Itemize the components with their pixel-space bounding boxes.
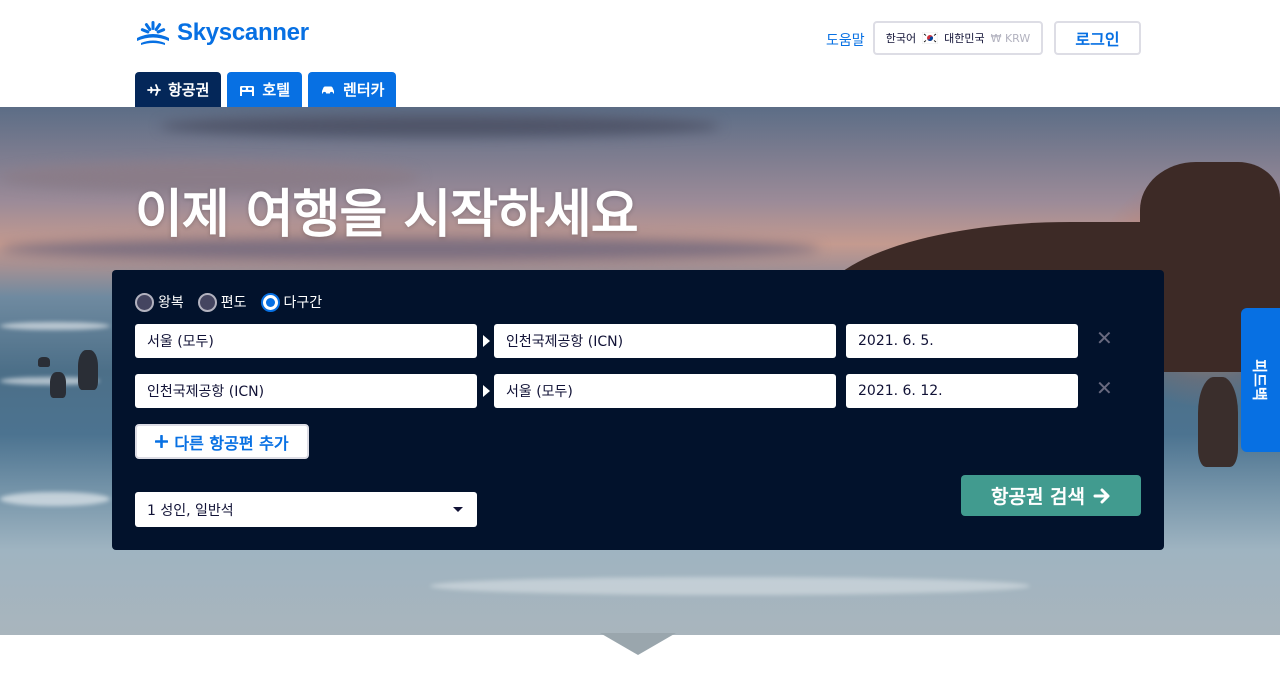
tab-label: 항공권 [168, 81, 210, 99]
tab-car-hire[interactable]: 렌터카 [308, 72, 397, 107]
trip-type-return[interactable]: 왕복 [135, 292, 184, 312]
radio-button[interactable] [197, 292, 217, 312]
flight-search-panel: 왕복 편도 다구간 서울 (모두) 인천국제공항 (ICN) 2021. 6. … [112, 270, 1164, 550]
search-button-label: 항공권 검색 [990, 486, 1085, 508]
wave [430, 577, 1030, 595]
trip-type-group: 왕복 편도 다구간 [135, 292, 322, 312]
add-flight-button[interactable]: 다른 항공편 추가 [135, 424, 309, 459]
cloud [160, 115, 720, 137]
feedback-label: 피드백 [1250, 359, 1269, 401]
arrow-right-icon [1093, 488, 1110, 503]
swimmer-figure [50, 372, 66, 398]
radio-label: 왕복 [158, 295, 184, 311]
trip-type-multi-city[interactable]: 다구간 [260, 292, 323, 312]
radio-label: 다구간 [283, 295, 323, 311]
chevron-down-icon [453, 507, 463, 512]
tab-hotels[interactable]: 호텔 [227, 72, 303, 107]
trip-type-one-way[interactable]: 편도 [197, 292, 247, 312]
logo-text: Skyscanner [177, 19, 309, 46]
wave [0, 322, 110, 330]
leg-2-arrow-icon [483, 385, 490, 397]
language-label: 한국어 [885, 32, 917, 45]
runner-figure [1198, 377, 1238, 467]
site-header: Skyscanner 도움말 한국어 대한민국 ₩ KRW 로그인 항공권 호텔… [0, 0, 1280, 107]
tab-label: 호텔 [262, 81, 291, 99]
airplane-icon [147, 83, 161, 96]
leg-2-destination-field[interactable]: 서울 (모두) [494, 374, 836, 408]
help-link[interactable]: 도움말 [826, 30, 865, 50]
leg-2-origin-field[interactable]: 인천국제공항 (ICN) [135, 374, 477, 408]
leg-1-remove-icon[interactable]: ✕ [1096, 328, 1113, 348]
skyscanner-logo[interactable]: Skyscanner [135, 19, 309, 47]
plus-icon [155, 435, 169, 448]
travellers-value: 1 성인, 일반석 [147, 502, 234, 519]
sunburst-icon [137, 21, 169, 45]
currency-label: ₩ KRW [990, 31, 1031, 45]
hero-bottom-notch [600, 633, 676, 655]
travellers-cabin-select[interactable]: 1 성인, 일반석 [135, 492, 477, 527]
login-button[interactable]: 로그인 [1054, 21, 1141, 55]
leg-1-arrow-icon [483, 335, 490, 347]
tab-flights[interactable]: 항공권 [135, 72, 222, 107]
wave [0, 492, 110, 506]
feedback-tab[interactable]: 피드백 [1241, 308, 1280, 452]
radio-label: 편도 [220, 295, 247, 311]
country-label: 대한민국 [944, 32, 985, 45]
swimmer-figure [38, 357, 50, 367]
hero-headline: 이제 여행을 시작하세요 [135, 185, 639, 245]
radio-button[interactable] [260, 292, 280, 312]
product-tabs: 항공권 호텔 렌터카 [135, 72, 397, 107]
korea-flag-icon [922, 32, 939, 44]
search-flights-button[interactable]: 항공권 검색 [961, 475, 1141, 516]
radio-button[interactable] [135, 292, 154, 312]
leg-2-date-field[interactable]: 2021. 6. 12. [846, 374, 1078, 408]
add-flight-label: 다른 항공편 추가 [174, 433, 289, 453]
leg-2-remove-icon[interactable]: ✕ [1096, 378, 1113, 398]
rock-peak [1140, 162, 1280, 282]
leg-1-date-field[interactable]: 2021. 6. 5. [846, 324, 1078, 358]
leg-1-destination-field[interactable]: 인천국제공항 (ICN) [494, 324, 836, 358]
car-icon [322, 86, 335, 95]
swimmer-figure [78, 350, 98, 390]
leg-1-origin-field[interactable]: 서울 (모두) [135, 324, 477, 358]
bed-icon [240, 85, 255, 96]
tab-label: 렌터카 [343, 81, 385, 99]
locale-selector[interactable]: 한국어 대한민국 ₩ KRW [873, 21, 1043, 55]
